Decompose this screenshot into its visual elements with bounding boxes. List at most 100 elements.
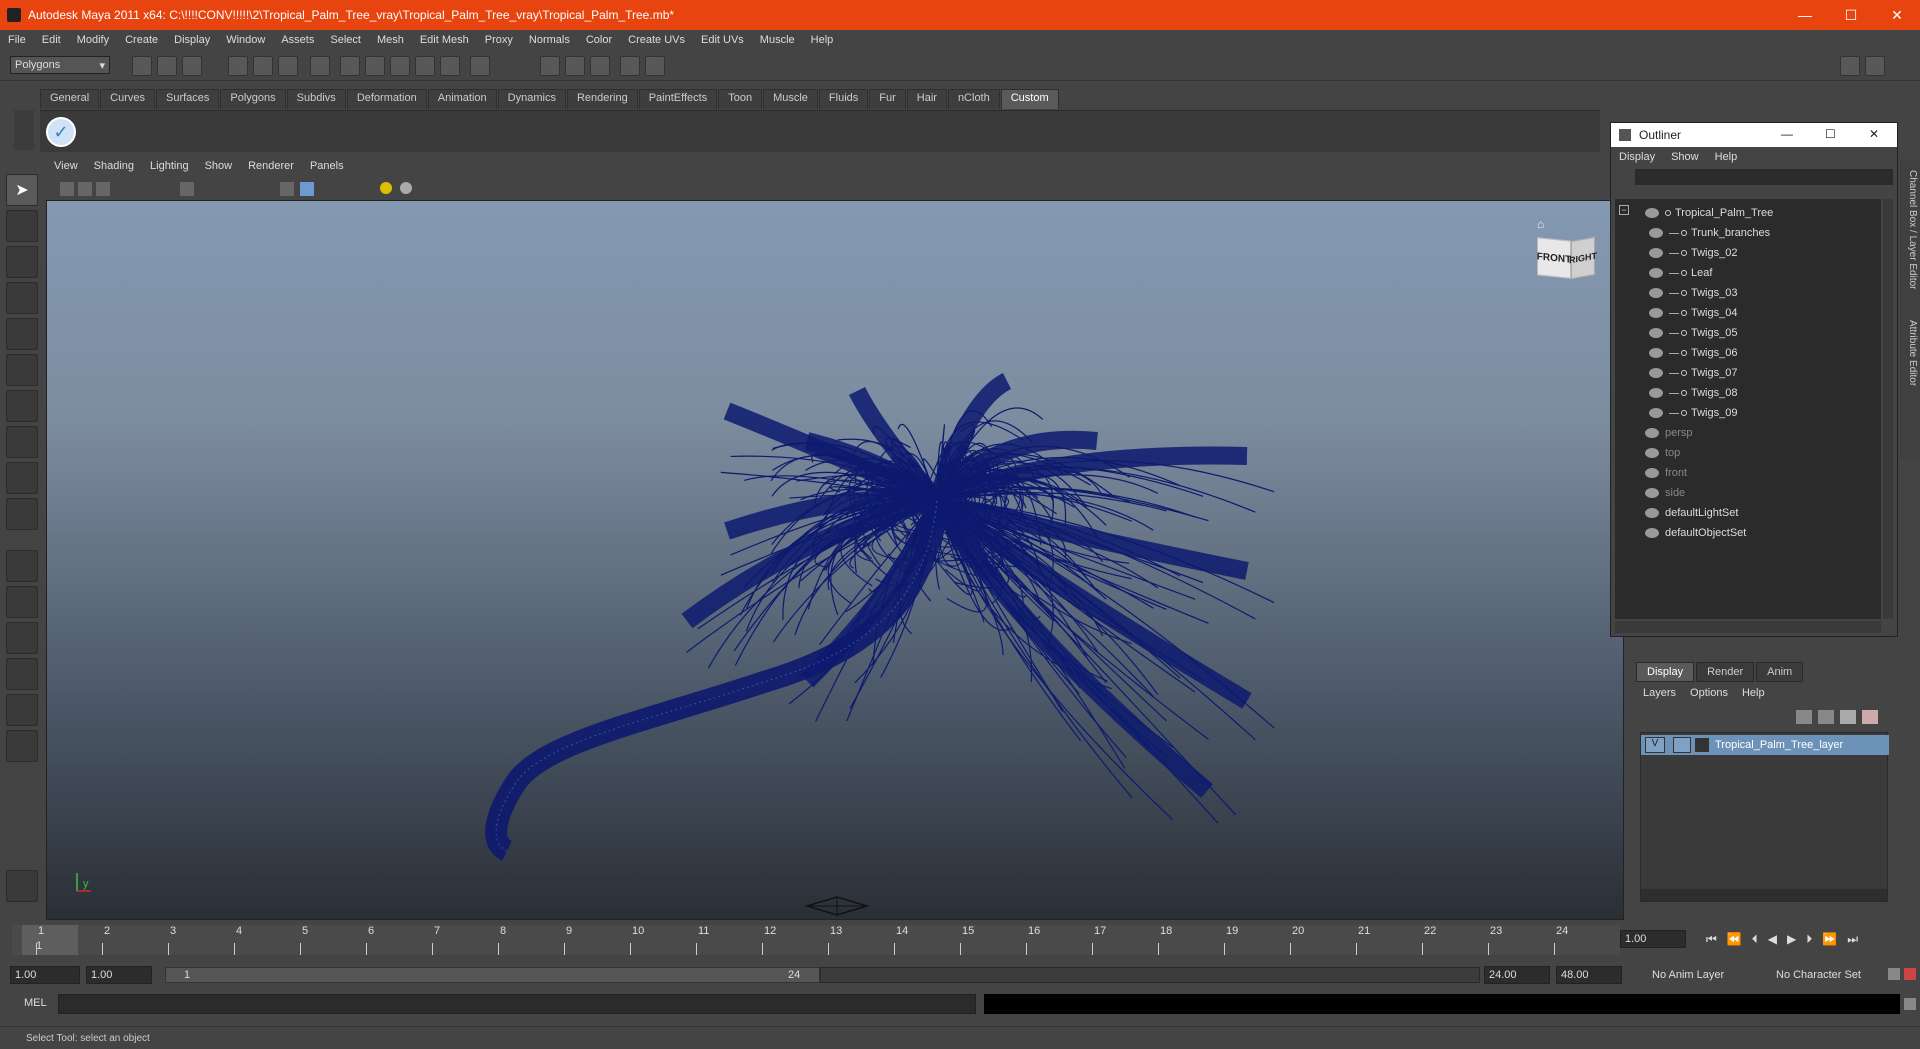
- layer-tab-anim[interactable]: Anim: [1756, 662, 1804, 682]
- layer-menu-options[interactable]: Options: [1683, 687, 1735, 699]
- manipulator-tool-icon[interactable]: [6, 390, 38, 422]
- outliner-vertical-scrollbar[interactable]: [1883, 199, 1893, 619]
- menu-select[interactable]: Select: [322, 34, 369, 46]
- outliner-maximize-button[interactable]: ☐: [1825, 127, 1836, 141]
- hypershade-icon[interactable]: [620, 56, 640, 76]
- current-frame-marker[interactable]: [22, 925, 78, 955]
- hypershade-layout-icon[interactable]: [6, 694, 38, 726]
- minimize-button[interactable]: —: [1782, 0, 1828, 30]
- open-scene-icon[interactable]: [157, 56, 177, 76]
- key-icon[interactable]: [1888, 968, 1900, 980]
- show-attribute-icon[interactable]: [645, 56, 665, 76]
- channel-box-tab[interactable]: Channel Box / Layer Editor: [1902, 170, 1918, 300]
- select-tool-icon[interactable]: ➤: [6, 174, 38, 206]
- mel-label[interactable]: MEL: [24, 997, 47, 1009]
- home-icon[interactable]: ⌂: [1537, 217, 1544, 231]
- menu-edit-mesh[interactable]: Edit Mesh: [412, 34, 477, 46]
- go-to-start-icon[interactable]: ⏮: [1706, 932, 1717, 947]
- persp-graph-hypergraph-layout-icon[interactable]: [6, 730, 38, 762]
- layer-color-swatch[interactable]: [1695, 738, 1709, 752]
- menu-modify[interactable]: Modify: [69, 34, 117, 46]
- menu-assets[interactable]: Assets: [273, 34, 322, 46]
- select-hierarchy-icon[interactable]: [228, 56, 248, 76]
- shelf-tab-custom[interactable]: Custom: [1000, 89, 1059, 109]
- view-cube[interactable]: FRONT RIGHT ⌂: [1537, 217, 1597, 289]
- shelf-tab-deformation[interactable]: Deformation: [346, 89, 427, 109]
- snap-grid-icon[interactable]: [340, 56, 360, 76]
- outliner-item[interactable]: Twigs_08: [1649, 383, 1737, 403]
- mel-command-input[interactable]: [58, 994, 976, 1014]
- outliner-search-field[interactable]: [1635, 169, 1893, 185]
- outliner-item[interactable]: front: [1645, 463, 1687, 483]
- outliner-menu-help[interactable]: Help: [1707, 151, 1746, 163]
- perspective-viewport[interactable]: y FRONT RIGHT ⌂: [46, 200, 1624, 920]
- select-object-icon[interactable]: [253, 56, 273, 76]
- menu-normals[interactable]: Normals: [521, 34, 578, 46]
- outliner-item[interactable]: side: [1645, 483, 1685, 503]
- shelf-tab-fur[interactable]: Fur: [869, 89, 906, 109]
- range-slider[interactable]: 1 24: [165, 967, 820, 983]
- outliner-close-button[interactable]: ✕: [1869, 127, 1879, 141]
- render-frame-icon[interactable]: [540, 56, 560, 76]
- menu-help[interactable]: Help: [803, 34, 842, 46]
- menu-create-uvs[interactable]: Create UVs: [620, 34, 693, 46]
- outliner-item[interactable]: Twigs_09: [1649, 403, 1737, 423]
- outliner-item[interactable]: Tropical_Palm_Tree: [1645, 203, 1773, 223]
- shelf-tab-curves[interactable]: Curves: [100, 89, 155, 109]
- snap-point-icon[interactable]: [390, 56, 410, 76]
- paint-brush-icon[interactable]: [6, 870, 38, 902]
- layer-horizontal-scrollbar[interactable]: [1641, 889, 1887, 901]
- paint-select-tool-icon[interactable]: [6, 246, 38, 278]
- camera-attributes-icon[interactable]: [78, 182, 92, 196]
- move-layer-up-icon[interactable]: [1796, 710, 1812, 724]
- outliner-item[interactable]: Twigs_07: [1649, 363, 1737, 383]
- save-scene-icon[interactable]: [182, 56, 202, 76]
- menu-display[interactable]: Display: [166, 34, 218, 46]
- collapse-icon[interactable]: −: [1619, 205, 1629, 215]
- shelf-menu-icon[interactable]: [14, 110, 34, 150]
- panel-menu-show[interactable]: Show: [197, 160, 241, 172]
- close-button[interactable]: ✕: [1874, 0, 1920, 30]
- play-backward-icon[interactable]: ◀: [1768, 932, 1777, 947]
- step-back-key-icon[interactable]: ⏪: [1727, 932, 1742, 947]
- single-perspective-layout-icon[interactable]: [6, 550, 38, 582]
- new-layer-from-selected-icon[interactable]: [1862, 710, 1878, 724]
- menu-proxy[interactable]: Proxy: [477, 34, 521, 46]
- rotate-tool-icon[interactable]: [6, 318, 38, 350]
- animation-start-field[interactable]: 1.00: [10, 966, 80, 984]
- anim-layer-selector[interactable]: No Anim Layer: [1648, 966, 1756, 984]
- outliner-item[interactable]: Twigs_06: [1649, 343, 1737, 363]
- layer-menu-help[interactable]: Help: [1735, 687, 1772, 699]
- bookmark-icon[interactable]: [96, 182, 110, 196]
- grid-toggle-icon[interactable]: [180, 182, 194, 196]
- menu-color[interactable]: Color: [578, 34, 620, 46]
- smooth-shading-icon[interactable]: [300, 182, 314, 196]
- shelf-tab-fluids[interactable]: Fluids: [818, 89, 869, 109]
- history-icon[interactable]: [470, 56, 490, 76]
- shelf-tab-dynamics[interactable]: Dynamics: [497, 89, 566, 109]
- outliner-item[interactable]: Twigs_05: [1649, 323, 1737, 343]
- outliner-item[interactable]: Leaf: [1649, 263, 1712, 283]
- script-editor-icon[interactable]: [1904, 998, 1916, 1010]
- playback-start-field[interactable]: 1.00: [86, 966, 152, 984]
- outliner-item[interactable]: Trunk_branches: [1649, 223, 1770, 243]
- move-layer-down-icon[interactable]: [1818, 710, 1834, 724]
- ipr-render-icon[interactable]: [565, 56, 585, 76]
- outliner-item[interactable]: Twigs_04: [1649, 303, 1737, 323]
- snap-plane-icon[interactable]: [415, 56, 435, 76]
- show-manipulator-icon[interactable]: [6, 462, 38, 494]
- shelf-tab-painteffects[interactable]: PaintEffects: [638, 89, 718, 109]
- layer-row[interactable]: V Tropical_Palm_Tree_layer: [1641, 735, 1889, 755]
- shelf-tab-muscle[interactable]: Muscle: [763, 89, 818, 109]
- animation-end-field[interactable]: 48.00: [1556, 966, 1622, 984]
- shelf-tab-surfaces[interactable]: Surfaces: [155, 89, 220, 109]
- layer-tab-render[interactable]: Render: [1696, 662, 1755, 682]
- step-forward-key-icon[interactable]: ⏩: [1822, 932, 1837, 947]
- checkmark-shelf-icon[interactable]: ✓: [46, 117, 76, 147]
- camera-select-icon[interactable]: [60, 182, 74, 196]
- new-scene-icon[interactable]: [132, 56, 152, 76]
- show-channel-box-icon[interactable]: [1840, 56, 1860, 76]
- outliner-horizontal-scrollbar[interactable]: [1615, 621, 1881, 633]
- menu-file[interactable]: File: [0, 34, 34, 46]
- last-tool-icon[interactable]: [6, 498, 38, 530]
